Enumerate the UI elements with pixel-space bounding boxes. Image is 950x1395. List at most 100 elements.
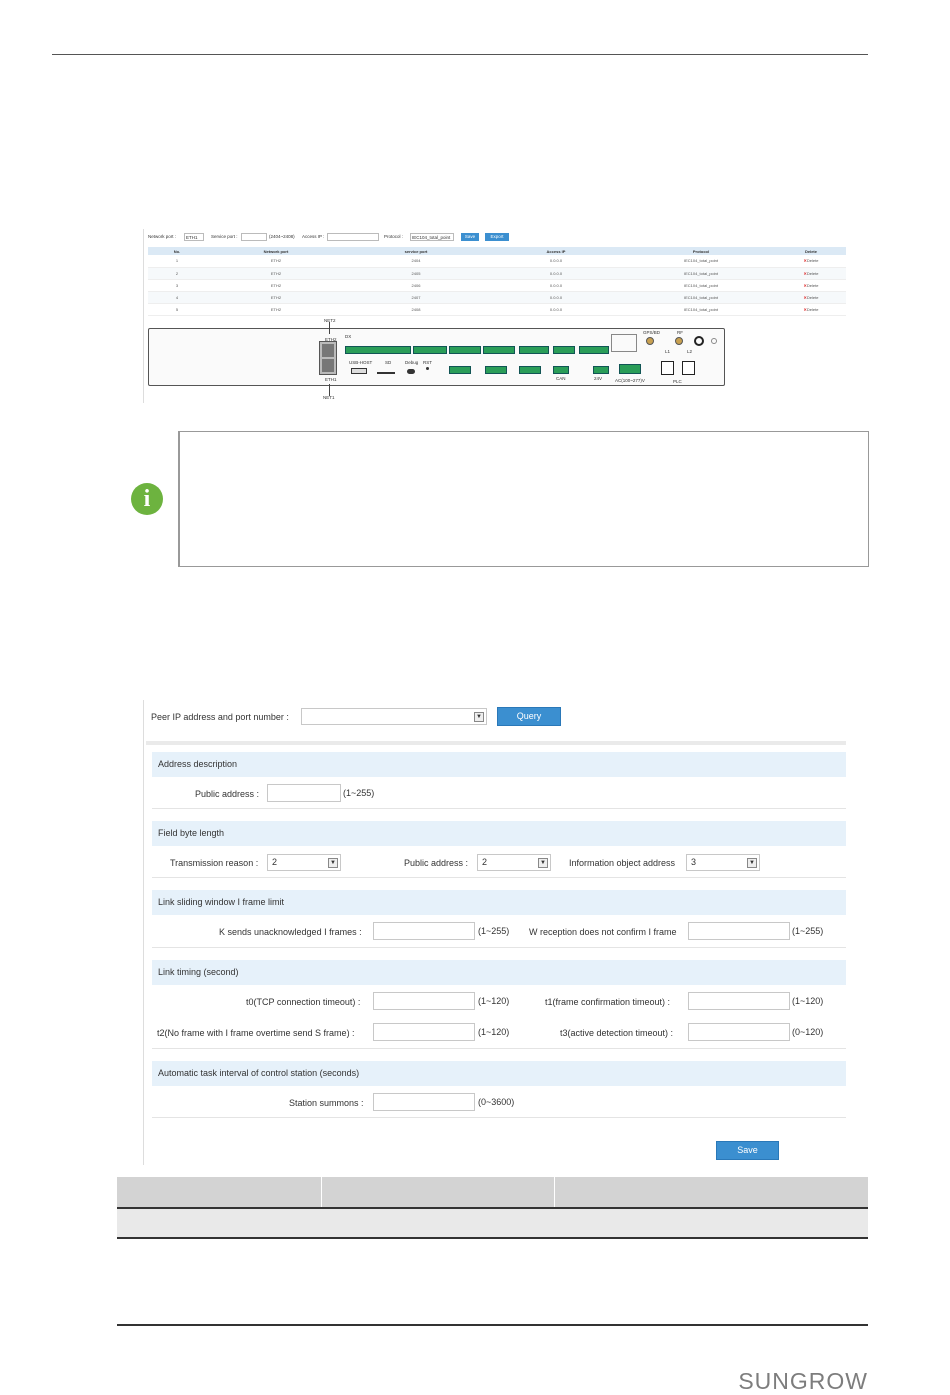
- table-cell: ETH2: [206, 279, 346, 292]
- debug-port-icon: [407, 369, 415, 374]
- table-cell: 5: [148, 303, 206, 316]
- delete-link[interactable]: ✕Delete: [776, 291, 846, 304]
- info-object-address-label: Information object address: [569, 858, 676, 868]
- delete-link[interactable]: ✕Delete: [776, 303, 846, 316]
- table-cell: ETH2: [206, 303, 346, 316]
- net2-label: NET2: [324, 318, 336, 323]
- info-object-address-select[interactable]: 3 ▼: [686, 854, 760, 871]
- column-header: Network port: [206, 247, 346, 255]
- delete-link[interactable]: ✕Delete: [776, 267, 846, 280]
- plc-l1-connector: [661, 361, 674, 375]
- query-button[interactable]: Query: [497, 707, 561, 726]
- station-summons-label: Station summons :: [289, 1098, 364, 1108]
- t2-input[interactable]: [373, 1023, 475, 1041]
- 24v-label: 24V: [594, 376, 603, 381]
- net1-label: NET1: [323, 395, 335, 400]
- table-row: 1 ETH2 2404 0.0.0.0 IEC104_total_point ✕Delet…: [148, 255, 846, 268]
- terminal-block: [413, 346, 447, 354]
- save-button[interactable]: Save: [716, 1141, 779, 1160]
- sd-slot-icon: [377, 372, 395, 374]
- table-cell: 0.0.0.0: [486, 291, 626, 304]
- device-diagram: ETH2 ETH1 DX GPS/BD RF USB-HOST SD Debug…: [148, 328, 725, 386]
- t1-input[interactable]: [688, 992, 790, 1010]
- section-sliding-window: Link sliding window I frame limit: [152, 890, 846, 915]
- can-terminal-block: [553, 366, 569, 374]
- w-range: (1~255): [792, 926, 824, 936]
- transmission-reason-select[interactable]: 2 ▼: [267, 854, 341, 871]
- t3-input[interactable]: [688, 1023, 790, 1041]
- table-header: [117, 1177, 868, 1208]
- network-port-select[interactable]: ETH1: [184, 233, 204, 241]
- access-ip-input[interactable]: [327, 233, 379, 241]
- ethernet-ports: [319, 341, 337, 375]
- usb-label: USB-HOST: [349, 360, 373, 365]
- table-cell: 2: [148, 267, 206, 280]
- t2-label: t2(No frame with I frame overtime send S…: [157, 1028, 355, 1038]
- column-header: Access IP: [486, 247, 626, 255]
- table-cell: 0.0.0.0: [486, 255, 626, 268]
- table-rule: [117, 1324, 868, 1326]
- table-cell: 1: [148, 255, 206, 268]
- section-field-byte-length: Field byte length: [152, 821, 846, 846]
- t0-label: t0(TCP connection timeout) :: [246, 997, 361, 1007]
- ac-terminal-block: [619, 364, 641, 374]
- service-port-input[interactable]: [241, 233, 267, 241]
- w-label: W reception does not confirm I frame: [529, 927, 677, 937]
- rst-label: RST: [423, 360, 432, 365]
- public-address2-select[interactable]: 2 ▼: [477, 854, 551, 871]
- table-cell: ETH2: [206, 291, 346, 304]
- delete-link[interactable]: ✕Delete: [776, 255, 846, 268]
- can-label: CAN: [556, 376, 566, 381]
- l2-label: L2: [687, 349, 693, 354]
- delete-link[interactable]: ✕Delete: [776, 279, 846, 292]
- public-address-input[interactable]: [267, 784, 341, 802]
- t3-label: t3(active detection timeout) :: [560, 1028, 674, 1038]
- t0-input[interactable]: [373, 992, 475, 1010]
- peer-ip-label: Peer IP address and port number :: [151, 712, 289, 722]
- peer-ip-select[interactable]: ▼: [301, 708, 487, 725]
- k-input[interactable]: [373, 922, 475, 940]
- table-cell: 0.0.0.0: [486, 303, 626, 316]
- plc-label: PLC: [673, 379, 682, 384]
- eth2-label: ETH2: [325, 337, 337, 342]
- net2-leader: [329, 322, 330, 334]
- rf-antenna-icon: [675, 337, 683, 345]
- rf-label: RF: [677, 330, 683, 335]
- separator: [146, 741, 846, 745]
- iec104-parameter-form: Peer IP address and port number : ▼ Quer…: [143, 700, 846, 1165]
- plc-l2-connector: [682, 361, 695, 375]
- table-row: 4 ETH2 2407 0.0.0.0 IEC104_total_point ✕Delet…: [148, 291, 846, 304]
- transmission-reason-label: Transmission reason :: [170, 858, 259, 868]
- table-row: 2 ETH2 2405 0.0.0.0 IEC104_total_point ✕Delet…: [148, 267, 846, 280]
- table-cell: 2408: [346, 303, 486, 316]
- port-table: No. Network port service port Access IP Prot…: [148, 247, 846, 316]
- column-header: service port: [346, 247, 486, 255]
- t1-range: (1~120): [792, 996, 824, 1006]
- table-cell: ETH2: [206, 267, 346, 280]
- chevron-down-icon: ▼: [474, 712, 484, 722]
- protocol-select[interactable]: IEC104_total_point: [410, 233, 454, 241]
- column-header: No.: [148, 247, 206, 255]
- table-cell: 2404: [346, 255, 486, 268]
- save-button[interactable]: Save: [461, 233, 479, 241]
- w-input[interactable]: [688, 922, 790, 940]
- service-port-range: (2404~2408): [269, 234, 295, 239]
- info-icon: i: [131, 483, 163, 515]
- station-summons-input[interactable]: [373, 1093, 475, 1111]
- service-port-label: Service port :: [211, 234, 238, 239]
- public-address-label: Public address :: [195, 789, 260, 799]
- di-terminal-block: [345, 346, 411, 354]
- table-cell: 0.0.0.0: [486, 267, 626, 280]
- terminal-block: [449, 366, 471, 374]
- usb-port-icon: [351, 368, 367, 374]
- terminal-block: [449, 346, 481, 354]
- export-button[interactable]: Export: [485, 233, 509, 241]
- column-header: Protocol: [626, 247, 776, 255]
- k-range: (1~255): [478, 926, 510, 936]
- table-cell: IEC104_total_point: [626, 267, 776, 280]
- t2-range: (1~120): [478, 1027, 510, 1037]
- network-port-label: Network port :: [148, 234, 177, 239]
- table-cell: 0.0.0.0: [486, 279, 626, 292]
- ground-icon: [711, 338, 717, 344]
- header-rule: [52, 54, 868, 55]
